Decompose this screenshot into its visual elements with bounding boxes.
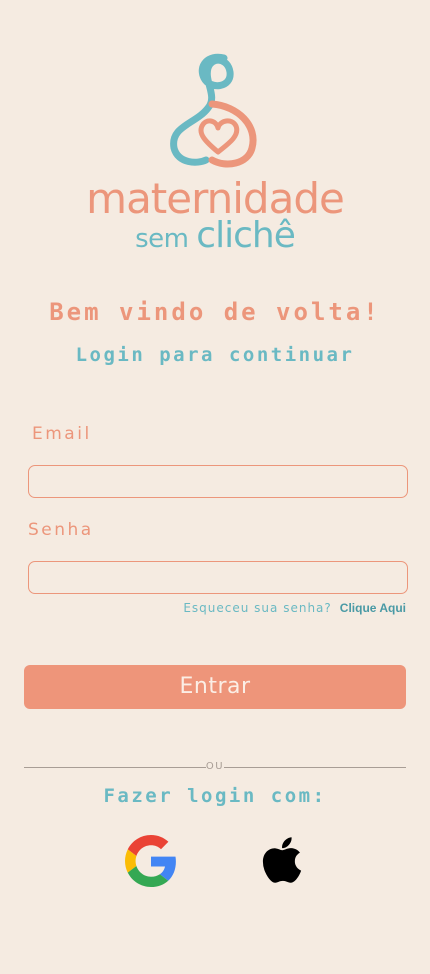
welcome-title: Bem vindo de volta! — [49, 298, 381, 326]
password-field[interactable] — [28, 561, 408, 594]
google-icon — [125, 835, 176, 887]
forgot-password-link[interactable]: Clique Aqui — [340, 601, 406, 615]
apple-login-button[interactable] — [256, 834, 308, 886]
welcome-subtitle: Login para continuar — [75, 344, 355, 366]
social-login-title: Fazer login com: — [103, 785, 327, 807]
brand-name-sem: sem — [135, 224, 197, 254]
forgot-password-text: Esqueceu sua senha? — [183, 601, 332, 615]
email-field[interactable] — [28, 465, 408, 498]
brand-name-line2: sem clichê — [0, 218, 430, 260]
login-screen: maternidade sem clichê Bem vindo de volt… — [0, 0, 430, 974]
brand-name-cliche: clichê — [196, 215, 296, 256]
or-divider: OU — [24, 760, 406, 774]
email-label: Email — [32, 424, 92, 444]
forgot-password: Esqueceu sua senha? Clique Aqui — [183, 601, 406, 615]
apple-icon — [262, 837, 302, 883]
google-login-button[interactable] — [125, 835, 177, 887]
divider-line-right — [224, 767, 406, 768]
brand-logo: maternidade sem clichê — [0, 48, 430, 258]
password-label: Senha — [28, 520, 94, 540]
login-button[interactable]: Entrar — [24, 665, 406, 709]
logo-mark-icon — [170, 53, 257, 168]
